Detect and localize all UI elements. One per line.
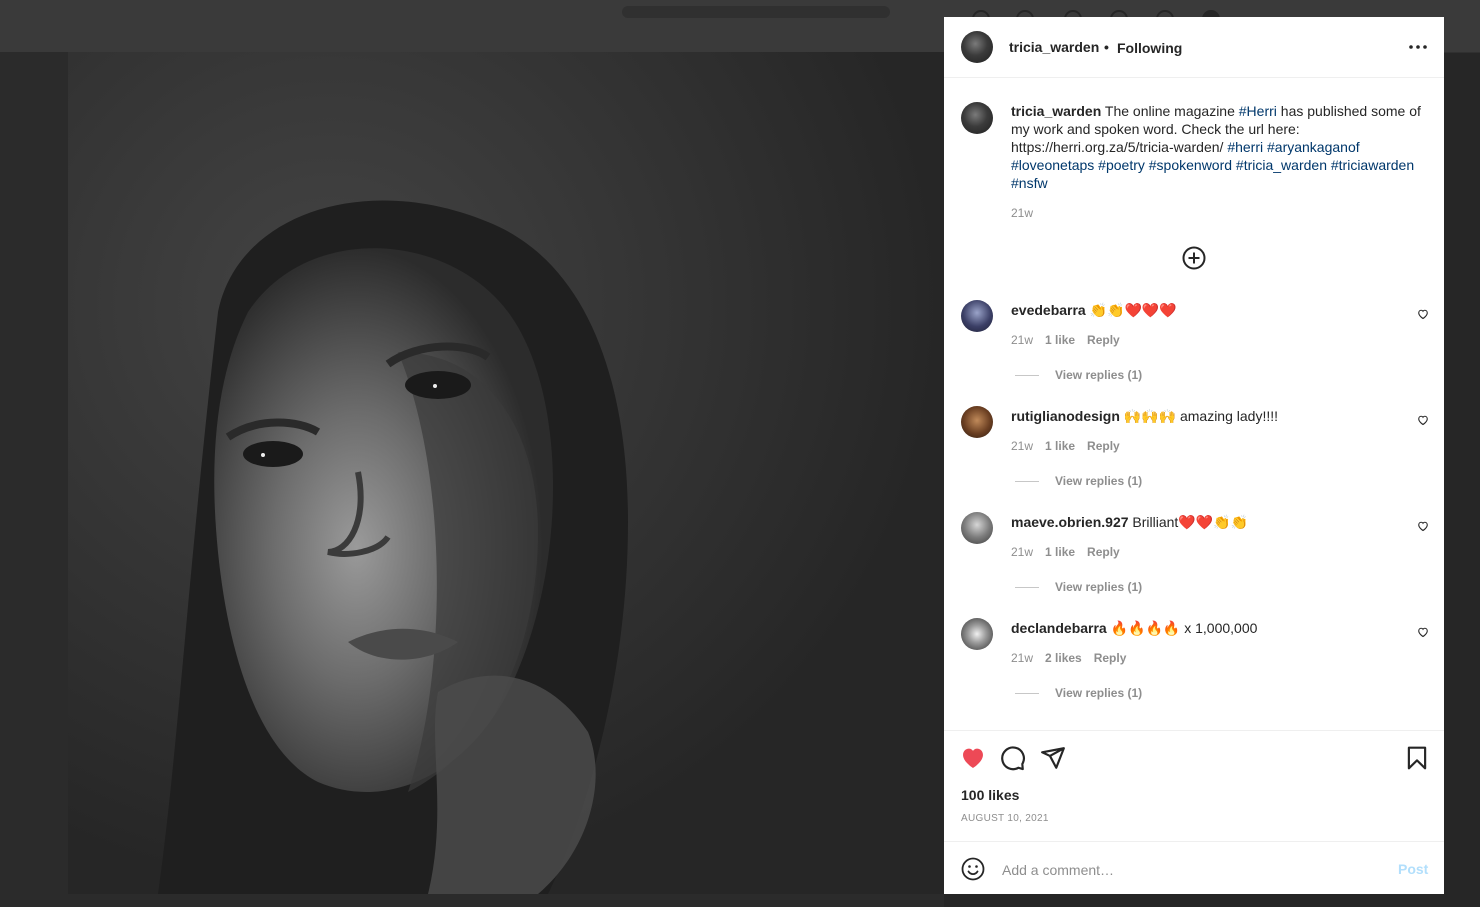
heart-outline-icon[interactable] bbox=[1417, 520, 1429, 532]
reply-button[interactable]: Reply bbox=[1094, 651, 1127, 665]
comment-meta: 21w 1 like Reply bbox=[1011, 333, 1132, 347]
header-separator: • bbox=[1104, 39, 1109, 55]
comment-item: declandebarra 🔥🔥🔥🔥 x 1,000,000 21w 2 like… bbox=[961, 618, 1431, 724]
caption-text-part1: The online magazine bbox=[1101, 103, 1239, 119]
comment-item: evedebarra 👏👏❤️❤️❤️ 21w 1 like Reply View … bbox=[961, 300, 1431, 406]
heart-outline-icon[interactable] bbox=[1417, 414, 1429, 426]
replies-divider bbox=[1015, 481, 1039, 482]
reply-button[interactable]: Reply bbox=[1087, 439, 1120, 453]
author-avatar[interactable] bbox=[961, 31, 993, 63]
likes-count[interactable]: 100 likes bbox=[961, 787, 1019, 803]
comment-bubble-icon[interactable] bbox=[1000, 745, 1026, 771]
reply-button[interactable]: Reply bbox=[1087, 545, 1120, 559]
comment-username[interactable]: rutiglianodesign bbox=[1011, 408, 1120, 424]
portrait-image bbox=[68, 52, 944, 894]
comment-text: maeve.obrien.927 Brilliant❤️❤️👏👏 bbox=[1011, 513, 1248, 531]
comment-item: rutiglianodesign 🙌🙌🙌 amazing lady!!!! 21… bbox=[961, 406, 1431, 512]
comment-content: 🔥🔥🔥🔥 x 1,000,000 bbox=[1106, 620, 1258, 636]
comment-time[interactable]: 21w bbox=[1011, 545, 1033, 559]
heart-outline-icon[interactable] bbox=[1417, 626, 1429, 638]
replies-divider bbox=[1015, 587, 1039, 588]
following-button[interactable]: Following bbox=[1117, 40, 1182, 56]
commenter-avatar[interactable] bbox=[961, 512, 993, 544]
post-photo[interactable] bbox=[68, 52, 944, 894]
commenter-avatar[interactable] bbox=[961, 406, 993, 438]
view-replies-label[interactable]: View replies (1) bbox=[1055, 580, 1142, 594]
comments-list[interactable]: tricia_warden The online magazine #Herri… bbox=[944, 78, 1444, 730]
author-username[interactable]: tricia_warden bbox=[1009, 39, 1099, 55]
comment-meta: 21w 2 likes Reply bbox=[1011, 651, 1138, 665]
bookmark-icon[interactable] bbox=[1404, 745, 1430, 771]
comment-username[interactable]: maeve.obrien.927 bbox=[1011, 514, 1129, 530]
background-search-bar bbox=[622, 6, 890, 18]
comment-likes[interactable]: 1 like bbox=[1045, 333, 1075, 347]
add-comment-bar: Post bbox=[944, 841, 1444, 895]
post-detail-panel: tricia_warden • Following tricia_warden … bbox=[944, 17, 1444, 894]
view-replies-label[interactable]: View replies (1) bbox=[1055, 474, 1142, 488]
comment-username[interactable]: evedebarra bbox=[1011, 302, 1086, 318]
view-replies-label[interactable]: View replies (1) bbox=[1055, 686, 1142, 700]
comment-username[interactable]: declandebarra bbox=[1011, 620, 1107, 636]
more-options-icon[interactable] bbox=[1407, 37, 1429, 57]
caption-username[interactable]: tricia_warden bbox=[1011, 103, 1101, 119]
comment-item: maeve.obrien.927 Brilliant❤️❤️👏👏 21w 1 li… bbox=[961, 512, 1431, 618]
post-header: tricia_warden • Following bbox=[944, 17, 1444, 78]
comment-content: 🙌🙌🙌 amazing lady!!!! bbox=[1119, 408, 1279, 424]
comment-content: Brilliant❤️❤️👏👏 bbox=[1128, 514, 1249, 530]
reply-button[interactable]: Reply bbox=[1087, 333, 1120, 347]
heart-filled-icon[interactable] bbox=[960, 745, 986, 771]
comment-text: rutiglianodesign 🙌🙌🙌 amazing lady!!!! bbox=[1011, 407, 1278, 425]
heart-outline-icon[interactable] bbox=[1417, 308, 1429, 320]
post-comment-button[interactable]: Post bbox=[1398, 861, 1428, 877]
caption-hashtag-herri[interactable]: #Herri bbox=[1239, 103, 1277, 119]
caption-text: tricia_warden The online magazine #Herri… bbox=[1011, 102, 1421, 192]
comment-time[interactable]: 21w bbox=[1011, 333, 1033, 347]
comment-likes[interactable]: 1 like bbox=[1045, 439, 1075, 453]
comment-input[interactable] bbox=[1000, 858, 1384, 882]
comment-text: declandebarra 🔥🔥🔥🔥 x 1,000,000 bbox=[1011, 619, 1257, 637]
comment-meta: 21w 1 like Reply bbox=[1011, 439, 1132, 453]
plus-circle-icon[interactable] bbox=[1182, 246, 1206, 270]
comment-time[interactable]: 21w bbox=[1011, 439, 1033, 453]
comment-likes[interactable]: 1 like bbox=[1045, 545, 1075, 559]
caption-avatar[interactable] bbox=[961, 102, 993, 134]
smile-icon[interactable] bbox=[961, 857, 985, 881]
paper-plane-icon[interactable] bbox=[1040, 745, 1066, 771]
caption-timestamp[interactable]: 21w bbox=[1011, 206, 1033, 220]
commenter-avatar[interactable] bbox=[961, 300, 993, 332]
comment-meta: 21w 1 like Reply bbox=[1011, 545, 1132, 559]
post-date[interactable]: AUGUST 10, 2021 bbox=[961, 813, 1049, 824]
replies-divider bbox=[1015, 375, 1039, 376]
view-replies-label[interactable]: View replies (1) bbox=[1055, 368, 1142, 382]
comment-time[interactable]: 21w bbox=[1011, 651, 1033, 665]
replies-divider bbox=[1015, 693, 1039, 694]
comment-content: 👏👏❤️❤️❤️ bbox=[1085, 302, 1177, 318]
comment-text: evedebarra 👏👏❤️❤️❤️ bbox=[1011, 301, 1177, 319]
post-actions: 100 likes AUGUST 10, 2021 bbox=[944, 730, 1444, 841]
commenter-avatar[interactable] bbox=[961, 618, 993, 650]
comment-likes[interactable]: 2 likes bbox=[1045, 651, 1082, 665]
